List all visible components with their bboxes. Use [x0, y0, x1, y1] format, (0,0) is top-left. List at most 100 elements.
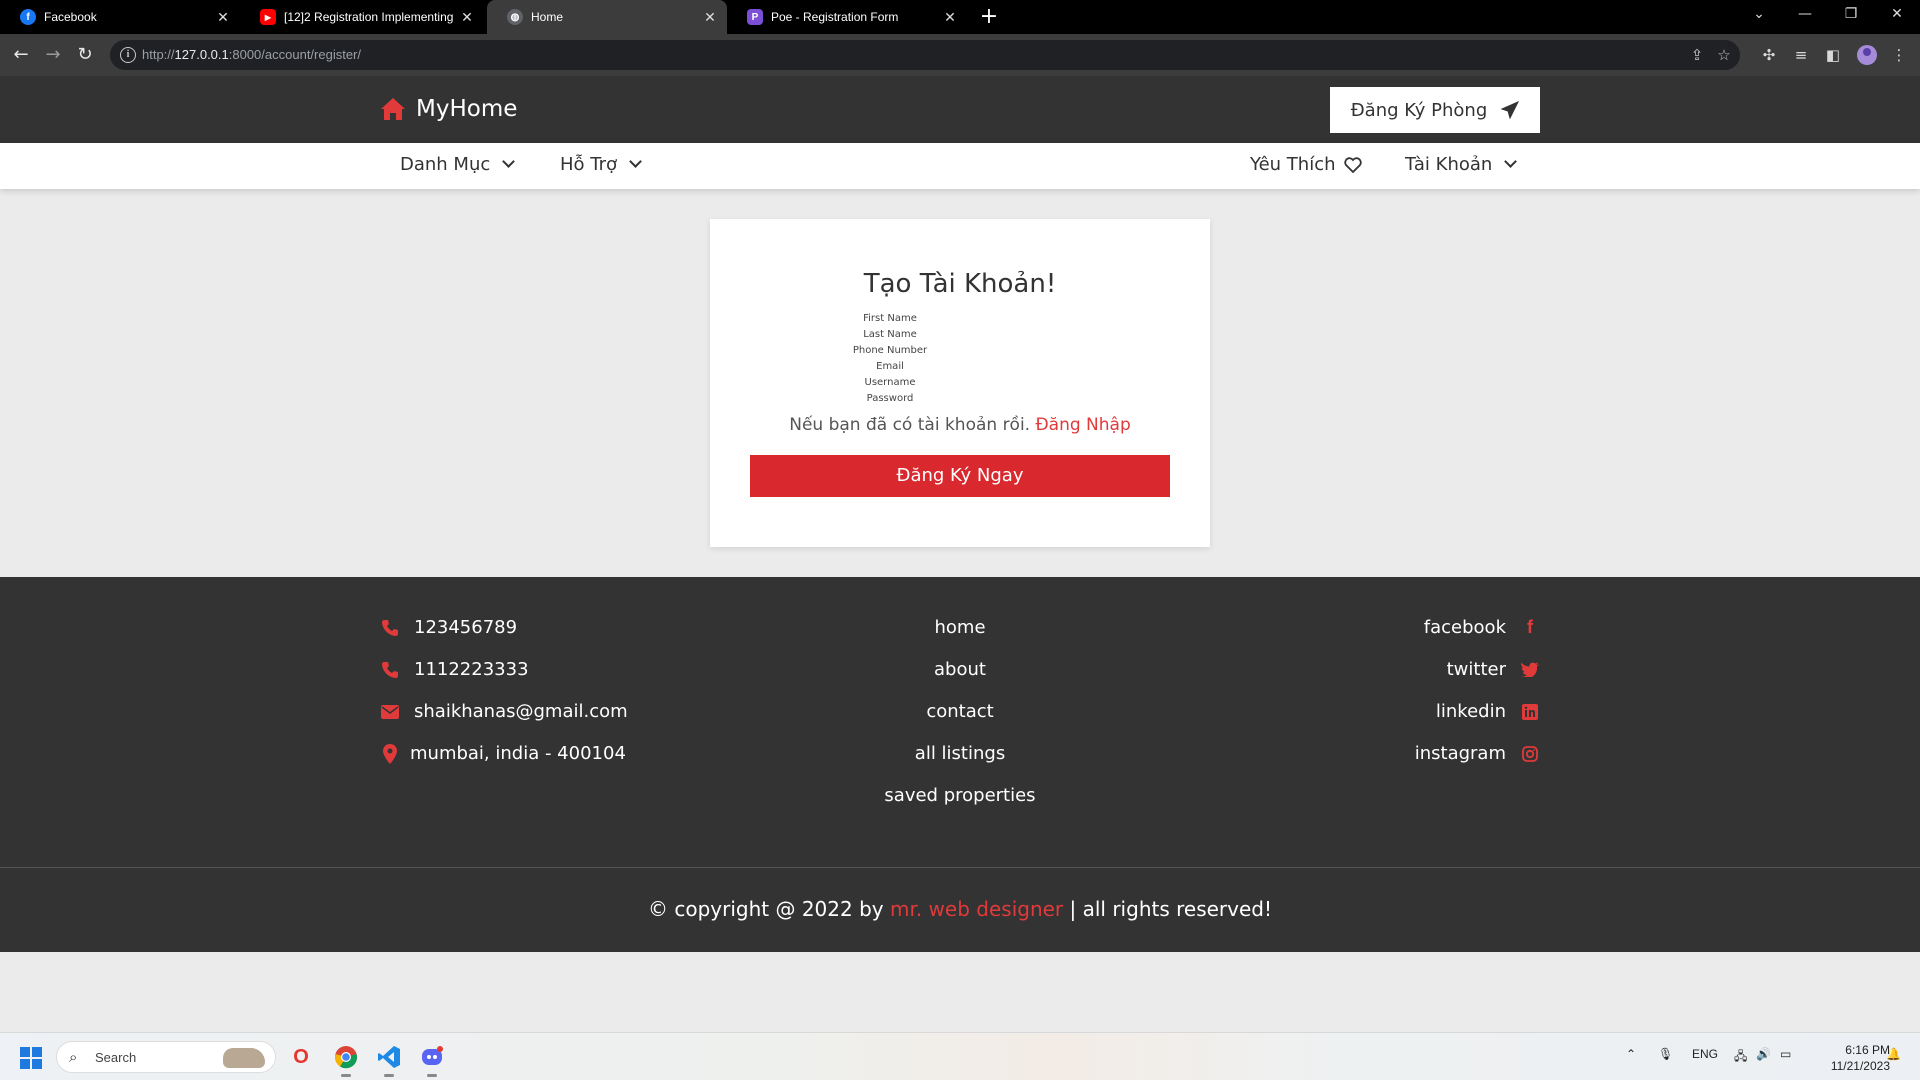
url-text[interactable]: http://127.0.0.1:8000/account/register/	[142, 47, 361, 62]
windows-start-icon[interactable]	[20, 1047, 42, 1069]
language-indicator[interactable]: ENG	[1692, 1047, 1718, 1061]
envelope-icon	[380, 702, 400, 722]
windows-taskbar: ⌕ Search O ⌃ 🎙 ENG 🖧 🔊 ▭ 6:16 PM 11/21/2…	[0, 1032, 1920, 1080]
email-label: Email	[876, 361, 904, 372]
taskbar-search-label: Search	[95, 1050, 137, 1065]
tab-facebook[interactable]: f Facebook ✕	[0, 0, 240, 34]
login-prompt: Nếu bạn đã có tài khoản rồi. Đăng Nhập	[710, 415, 1210, 435]
close-icon[interactable]: ✕	[458, 8, 476, 26]
battery-icon[interactable]: ▭	[1780, 1047, 1791, 1061]
nav-account[interactable]: Tài Khoản	[1405, 154, 1518, 175]
taskbar-search[interactable]: ⌕ Search	[56, 1041, 276, 1073]
site-info-icon[interactable]: i	[120, 47, 136, 63]
linkedin-icon	[1520, 702, 1540, 722]
network-icon[interactable]: 🖧	[1734, 1047, 1747, 1068]
copyright-text: © copyright @ 2022 by	[647, 897, 884, 921]
menu-kebab-icon[interactable]: ⋮	[1888, 44, 1910, 66]
close-icon[interactable]: ✕	[941, 8, 959, 26]
youtube-icon: ▶	[260, 9, 276, 25]
close-window-button[interactable]: ✕	[1874, 0, 1920, 34]
twitter-icon	[1520, 660, 1540, 680]
social-label: linkedin	[1435, 701, 1506, 722]
tab-title: [12]2 Registration Implementing	[284, 10, 454, 24]
tab-title: Facebook	[44, 10, 97, 24]
tab-home[interactable]: ◍ Home ✕	[487, 0, 727, 34]
close-icon[interactable]: ✕	[701, 8, 719, 26]
chevron-down-icon	[502, 155, 516, 168]
nav-favorites-label: Yêu Thích	[1250, 154, 1336, 175]
footer-link-saved-properties[interactable]: saved properties	[760, 785, 1160, 806]
media-control-icon[interactable]: ≡	[1790, 44, 1812, 66]
app-vscode-icon[interactable]	[373, 1041, 405, 1077]
main-navbar: Danh Mục Hỗ Trợ Yêu Thích Tài Khoản	[0, 143, 1920, 189]
facebook-icon: f	[20, 9, 36, 25]
paper-plane-icon	[1501, 101, 1520, 119]
nav-categories[interactable]: Danh Mục	[400, 154, 516, 175]
close-icon[interactable]: ✕	[214, 8, 232, 26]
nav-favorites[interactable]: Yêu Thích	[1250, 154, 1362, 175]
footer-link-contact[interactable]: contact	[760, 701, 1160, 722]
copyright-author-link[interactable]: mr. web designer	[890, 897, 1063, 921]
social-label: facebook	[1423, 617, 1506, 638]
tab-poe[interactable]: P Poe - Registration Form ✕	[727, 0, 967, 34]
contact-text: 1112223333	[414, 659, 529, 680]
extensions-icon[interactable]: ✣	[1758, 44, 1780, 66]
phone-number-label: Phone Number	[852, 345, 928, 356]
tab-title: Poe - Registration Form	[771, 10, 899, 24]
social-twitter[interactable]: twitter	[1447, 659, 1540, 680]
share-icon[interactable]: ⇪	[1688, 46, 1706, 64]
contact-email[interactable]: shaikhanas@gmail.com	[380, 701, 628, 722]
globe-icon: ◍	[507, 9, 523, 25]
notification-bell-icon[interactable]: 🔔	[1886, 1047, 1901, 1061]
facebook-icon: f	[1527, 617, 1533, 637]
nav-account-label: Tài Khoản	[1405, 154, 1493, 175]
map-marker-icon	[380, 743, 400, 764]
chevron-down-icon	[629, 155, 642, 168]
contact-phone-2[interactable]: 1112223333	[380, 659, 529, 680]
microphone-icon[interactable]: 🎙	[1658, 1047, 1673, 1061]
nav-support[interactable]: Hỗ Trợ	[560, 154, 642, 175]
login-link[interactable]: Đăng Nhập	[1036, 415, 1131, 435]
register-room-button[interactable]: Đăng Ký Phòng	[1330, 87, 1540, 133]
tab-search-icon[interactable]: ⌄	[1736, 0, 1782, 34]
social-linkedin[interactable]: linkedin	[1436, 701, 1540, 722]
profile-avatar[interactable]	[1857, 45, 1877, 65]
social-label: instagram	[1414, 743, 1506, 764]
minimize-button[interactable]: —	[1782, 0, 1828, 34]
forward-icon[interactable]: →	[40, 42, 66, 68]
restore-button[interactable]: ❐	[1828, 0, 1874, 34]
tray-overflow-icon[interactable]: ⌃	[1626, 1047, 1636, 1061]
footer-link-about[interactable]: about	[760, 659, 1160, 680]
contact-phone-1[interactable]: 123456789	[380, 617, 517, 638]
register-title: Tạo Tài Khoản!	[863, 269, 1057, 299]
contact-address[interactable]: mumbai, india - 400104	[380, 743, 626, 764]
app-opera-icon[interactable]: O	[285, 1041, 317, 1073]
app-discord-icon[interactable]	[416, 1041, 448, 1077]
bookmark-star-icon[interactable]: ☆	[1715, 46, 1733, 64]
copyright-suffix: | all rights reserved!	[1069, 897, 1272, 921]
contact-text: mumbai, india - 400104	[410, 743, 626, 764]
social-instagram[interactable]: instagram	[1415, 743, 1540, 764]
heart-icon	[1343, 156, 1362, 173]
volume-icon[interactable]: 🔊	[1756, 1047, 1771, 1061]
taskbar-clock[interactable]: 6:16 PM 11/21/2023	[1800, 1042, 1890, 1074]
poe-icon: P	[747, 9, 763, 25]
footer-link-all-listings[interactable]: all listings	[760, 743, 1160, 764]
app-chrome-icon[interactable]	[330, 1041, 362, 1077]
brand-logo[interactable]: MyHome	[380, 96, 517, 122]
footer-divider	[0, 867, 1920, 868]
register-submit-button[interactable]: Đăng Ký Ngay	[750, 455, 1170, 497]
new-tab-button[interactable]: +	[976, 4, 1002, 30]
address-bar[interactable]: i http://127.0.0.1:8000/account/register…	[110, 40, 1740, 70]
footer-link-home[interactable]: home	[760, 617, 1160, 638]
search-highlight-image	[223, 1048, 265, 1068]
tab-youtube[interactable]: ▶ [12]2 Registration Implementing ✕	[240, 0, 484, 34]
password-label: Password	[866, 393, 914, 404]
search-icon: ⌕	[69, 1048, 78, 1066]
side-panel-icon[interactable]: ◧	[1822, 44, 1844, 66]
phone-icon	[380, 660, 400, 680]
back-icon[interactable]: ←	[8, 42, 34, 68]
social-facebook[interactable]: facebook f	[1424, 617, 1540, 638]
contact-text: shaikhanas@gmail.com	[414, 701, 628, 722]
reload-icon[interactable]: ↻	[72, 42, 98, 68]
